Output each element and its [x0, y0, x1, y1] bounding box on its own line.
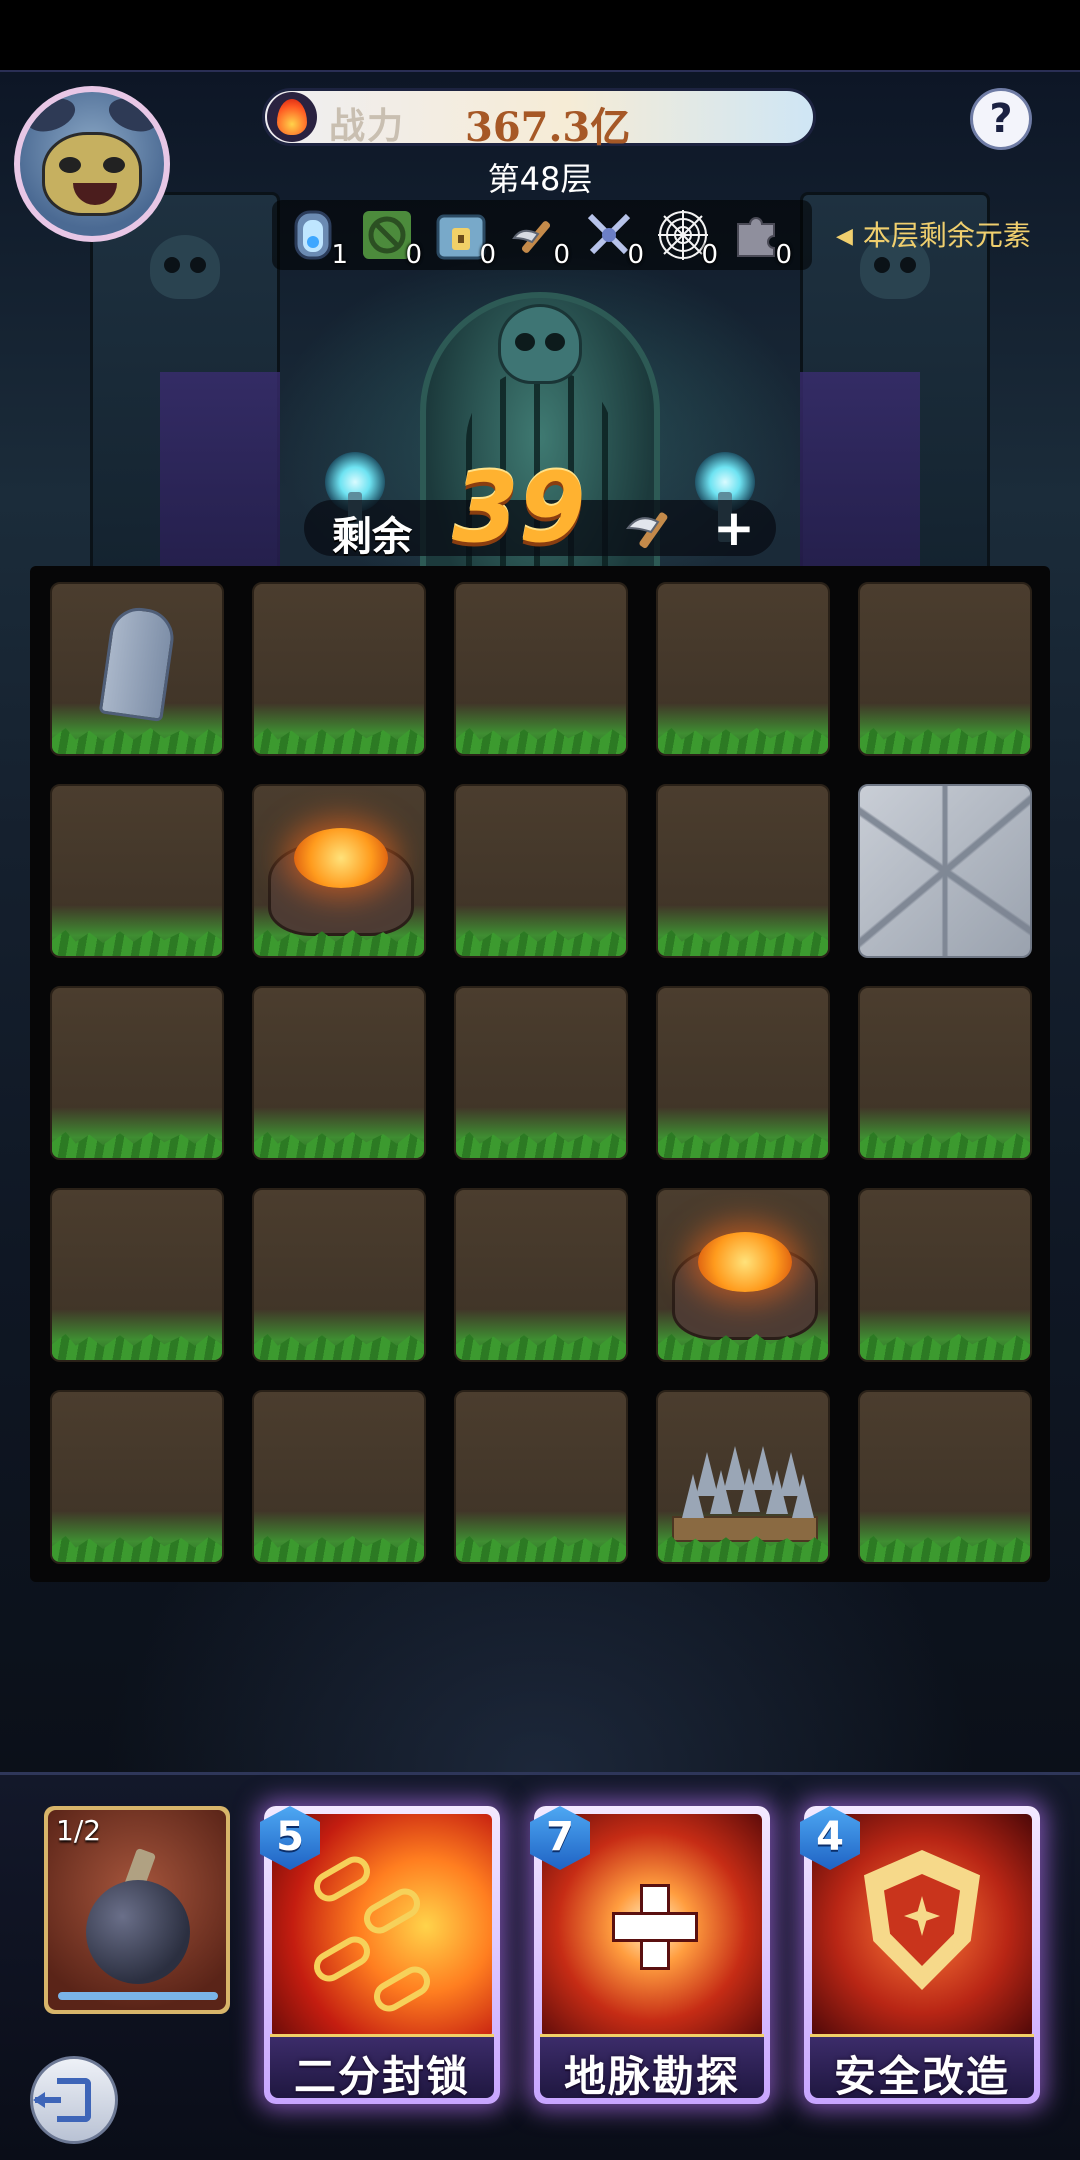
board-tile[interactable]	[858, 1188, 1032, 1362]
board-tile[interactable]	[656, 582, 830, 756]
element-portal[interactable]: 1	[282, 206, 348, 270]
element-count: 0	[627, 240, 644, 270]
board-tile[interactable]	[656, 1188, 830, 1362]
skill-card-binary-lock[interactable]: 5 二分封锁	[260, 1806, 500, 2104]
pickaxe-icon	[625, 512, 668, 549]
remaining-elements-link[interactable]: 本层剩余元素	[836, 214, 1031, 254]
board-tile[interactable]	[50, 1188, 224, 1362]
element-count: 0	[701, 240, 718, 270]
element-swords[interactable]: 0	[578, 206, 644, 270]
board-tile-stone[interactable]	[858, 784, 1032, 958]
board-tile[interactable]	[454, 784, 628, 958]
board-tile[interactable]	[50, 784, 224, 958]
gate-skull-icon	[498, 304, 582, 384]
lava-pit-icon	[672, 1210, 818, 1340]
skill-card-vein-survey[interactable]: 7 地脉勘探	[530, 1806, 770, 2104]
lava-pit-icon	[268, 806, 414, 936]
board-tile[interactable]	[656, 1390, 830, 1564]
board-tile[interactable]	[454, 1188, 628, 1362]
bomb-progress	[58, 1992, 218, 2000]
element-count: 0	[405, 240, 422, 270]
board-tile[interactable]	[252, 1188, 426, 1362]
exit-door-icon	[33, 2078, 91, 2122]
element-count: 0	[479, 240, 496, 270]
board-tile[interactable]	[50, 582, 224, 756]
elements-bar: 1 0 0 0 0 0 0	[272, 200, 812, 270]
mining-board	[30, 566, 1050, 1582]
board-tile[interactable]	[656, 784, 830, 958]
player-avatar[interactable]	[14, 86, 170, 242]
floor-label: 第48层	[487, 160, 593, 198]
remaining-label: 剩余	[332, 514, 412, 560]
element-web[interactable]: 0	[652, 206, 718, 270]
board-tile[interactable]	[656, 986, 830, 1160]
board-tile[interactable]	[454, 1390, 628, 1564]
bomb-count: 1/2	[56, 1814, 102, 1847]
board-tile[interactable]	[252, 986, 426, 1160]
element-forbidden[interactable]: 0	[356, 206, 422, 270]
power-label: 战力	[329, 106, 406, 147]
help-button[interactable]: ?	[970, 88, 1032, 150]
board-tile[interactable]	[252, 582, 426, 756]
bomb-icon	[86, 1880, 190, 1984]
bomb-item[interactable]: 1/2	[44, 1806, 230, 2014]
exit-button[interactable]	[30, 2056, 118, 2144]
stone-block-icon	[860, 786, 1030, 956]
element-count: 0	[553, 240, 570, 270]
power-value: 367.3亿	[465, 104, 631, 151]
add-picks-button[interactable]: +	[706, 500, 762, 556]
skill-name: 安全改造	[833, 2052, 1010, 2101]
board-tile[interactable]	[252, 1390, 426, 1564]
status-strip	[0, 0, 1080, 72]
element-chest[interactable]: 0	[430, 206, 496, 270]
element-count: 0	[775, 240, 792, 270]
board-tile[interactable]	[454, 582, 628, 756]
flame-icon	[267, 92, 317, 142]
skill-name: 二分封锁	[293, 2052, 470, 2101]
avatar-icon	[20, 92, 164, 236]
spike-trap-icon	[672, 1422, 818, 1542]
element-pickaxe[interactable]: 0	[504, 206, 570, 270]
element-count: 1	[331, 240, 348, 270]
remaining-count: 39	[452, 452, 586, 564]
tombstone-icon	[98, 604, 178, 722]
combat-power-bar: 战力 367.3亿	[262, 88, 816, 151]
board-tile[interactable]	[454, 986, 628, 1160]
board-tile[interactable]	[858, 986, 1032, 1160]
question-mark-icon: ?	[989, 96, 1013, 142]
element-puzzle[interactable]: 0	[726, 206, 792, 270]
skill-name: 地脉勘探	[563, 2052, 740, 2101]
board-tile[interactable]	[50, 1390, 224, 1564]
board-tile[interactable]	[50, 986, 224, 1160]
board-tile[interactable]	[858, 582, 1032, 756]
board-tile[interactable]	[858, 1390, 1032, 1564]
skull-ornament-icon	[150, 235, 220, 299]
skill-card-safe-remodel[interactable]: 4 安全改造	[800, 1806, 1040, 2104]
board-tile[interactable]	[252, 784, 426, 958]
